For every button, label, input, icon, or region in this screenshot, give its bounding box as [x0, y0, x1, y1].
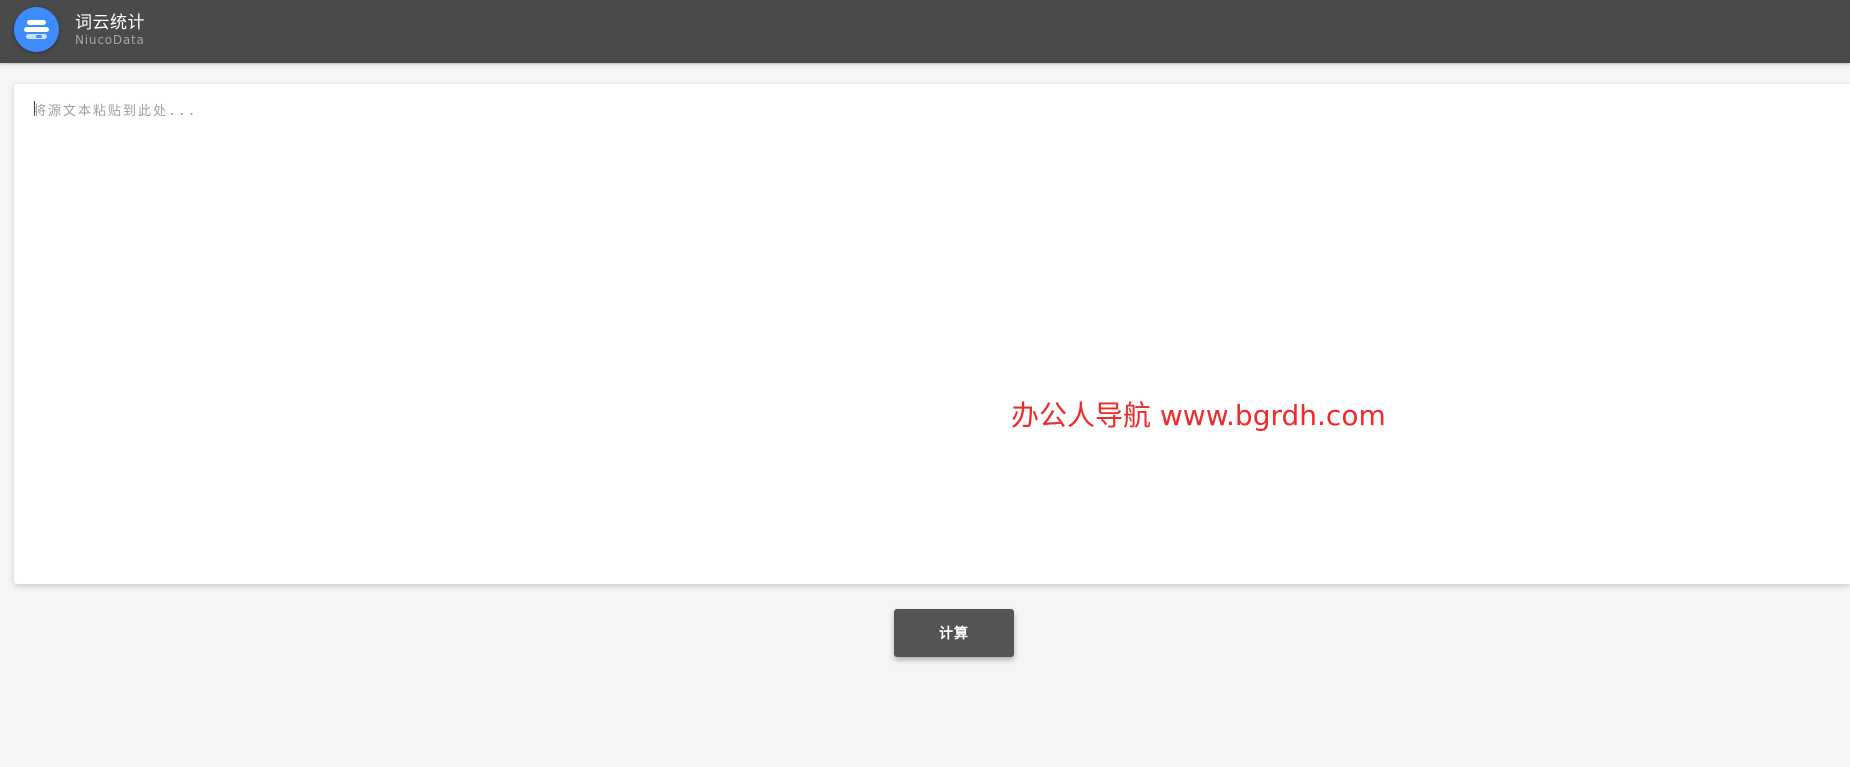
watermark-text: 办公人导航 www.bgrdh.com: [1011, 399, 1386, 432]
text-caret: [34, 101, 35, 116]
app-subtitle: NiucoData: [75, 33, 145, 47]
app-title: 词云统计: [75, 13, 145, 33]
stacked-lines-logo-icon[interactable]: [14, 7, 59, 52]
app-header: 词云统计 NiucoData: [0, 0, 1850, 63]
calculate-button[interactable]: 计算: [894, 609, 1014, 657]
source-text-input[interactable]: [33, 100, 1833, 570]
source-text-card: [14, 84, 1850, 584]
